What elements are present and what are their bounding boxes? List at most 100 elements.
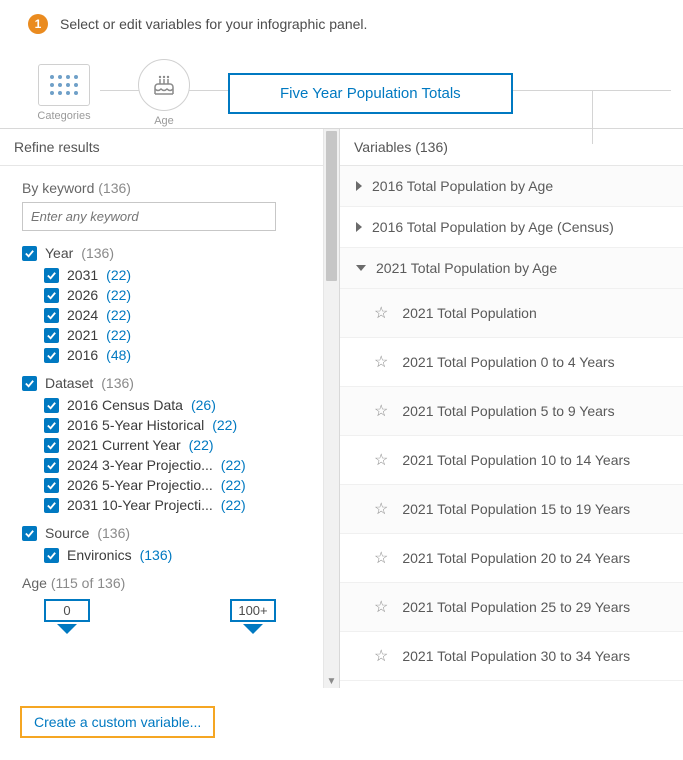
facet-year-item-count: (22) xyxy=(106,267,131,283)
variable-group-label: 2016 Total Population by Age (Census) xyxy=(372,219,614,235)
breadcrumb-title[interactable]: Five Year Population Totals xyxy=(228,73,513,114)
facet-year-count: (136) xyxy=(81,245,114,261)
variable-item-label: 2021 Total Population 10 to 14 Years xyxy=(402,452,630,468)
facet-year-item-count: (48) xyxy=(106,347,131,363)
variable-item[interactable]: ☆ 2021 Total Population 5 to 9 Years xyxy=(340,387,683,436)
caret-down-icon xyxy=(356,265,366,271)
facet-year-item[interactable]: 2031 xyxy=(67,267,98,283)
variable-item[interactable]: ☆ 2021 Total Population xyxy=(340,289,683,338)
checkbox-checked-icon[interactable] xyxy=(44,418,59,433)
star-icon[interactable]: ☆ xyxy=(374,303,388,323)
facet-dataset-item[interactable]: 2016 5-Year Historical xyxy=(67,417,204,433)
checkbox-checked-icon[interactable] xyxy=(44,308,59,323)
facet-dataset-item[interactable]: 2031 10-Year Projecti... xyxy=(67,497,213,513)
variable-item[interactable]: ☆ 2021 Total Population 10 to 14 Years xyxy=(340,436,683,485)
variable-group[interactable]: 2021 Total Population by Age xyxy=(340,248,683,289)
variable-group[interactable]: 2016 Total Population by Age xyxy=(340,166,683,207)
facet-year-label[interactable]: Year xyxy=(45,245,73,261)
variable-item-label: 2021 Total Population 15 to 19 Years xyxy=(402,501,630,517)
variable-item-label: 2021 Total Population 5 to 9 Years xyxy=(402,403,614,419)
variable-item[interactable]: ☆ 2021 Total Population 25 to 29 Years xyxy=(340,583,683,632)
by-keyword-label: By keyword xyxy=(22,180,94,196)
star-icon[interactable]: ☆ xyxy=(374,499,388,519)
checkbox-checked-icon[interactable] xyxy=(44,438,59,453)
star-icon[interactable]: ☆ xyxy=(374,548,388,568)
facet-year-item-count: (22) xyxy=(106,287,131,303)
facet-dataset-item[interactable]: 2016 Census Data xyxy=(67,397,183,413)
checkbox-checked-icon[interactable] xyxy=(44,548,59,563)
cake-icon xyxy=(149,70,179,100)
facet-year-item-count: (22) xyxy=(106,307,131,323)
caret-right-icon xyxy=(356,222,362,232)
facet-year-item[interactable]: 2016 xyxy=(67,347,98,363)
age-count: (115 of 136) xyxy=(51,575,125,591)
slider-handle-icon[interactable] xyxy=(243,624,263,634)
checkbox-checked-icon[interactable] xyxy=(44,348,59,363)
age-min-input[interactable]: 0 xyxy=(44,599,90,622)
step-description: Select or edit variables for your infogr… xyxy=(60,16,367,32)
variable-group-label: 2021 Total Population by Age xyxy=(376,260,557,276)
facet-dataset-label[interactable]: Dataset xyxy=(45,375,93,391)
checkbox-checked-icon[interactable] xyxy=(22,376,37,391)
variable-item-label: 2021 Total Population 25 to 29 Years xyxy=(402,599,630,615)
variable-item[interactable]: ☆ 2021 Total Population 0 to 4 Years xyxy=(340,338,683,387)
by-keyword-count: (136) xyxy=(98,180,131,196)
refine-header: Refine results xyxy=(0,129,339,166)
facet-dataset-count: (136) xyxy=(101,375,134,391)
variable-item[interactable]: ☆ 2021 Total Population 30 to 34 Years xyxy=(340,632,683,681)
facet-dataset-item-count: (22) xyxy=(221,457,246,473)
facet-year-item[interactable]: 2024 xyxy=(67,307,98,323)
step-number-badge: 1 xyxy=(28,14,48,34)
variable-item-label: 2021 Total Population xyxy=(402,305,536,321)
star-icon[interactable]: ☆ xyxy=(374,646,388,666)
breadcrumb: Categories Age Five Year Population Tota… xyxy=(0,50,683,128)
facet-source-item[interactable]: Environics xyxy=(67,547,132,563)
slider-handle-icon[interactable] xyxy=(57,624,77,634)
checkbox-checked-icon[interactable] xyxy=(44,398,59,413)
checkbox-checked-icon[interactable] xyxy=(44,458,59,473)
variables-header: Variables (136) xyxy=(340,129,683,166)
facet-dataset-item[interactable]: 2021 Current Year xyxy=(67,437,181,453)
facet-source-count: (136) xyxy=(97,525,130,541)
checkbox-checked-icon[interactable] xyxy=(22,526,37,541)
star-icon[interactable]: ☆ xyxy=(374,352,388,372)
breadcrumb-categories-button[interactable] xyxy=(38,64,90,106)
facet-dataset-item-count: (22) xyxy=(221,497,246,513)
variable-item[interactable]: ☆ 2021 Total Population 20 to 24 Years xyxy=(340,534,683,583)
age-max-input[interactable]: 100+ xyxy=(230,599,276,622)
facet-source-item-count: (136) xyxy=(140,547,173,563)
star-icon[interactable]: ☆ xyxy=(374,450,388,470)
checkbox-checked-icon[interactable] xyxy=(44,288,59,303)
checkbox-checked-icon[interactable] xyxy=(22,246,37,261)
breadcrumb-categories-label: Categories xyxy=(37,110,90,122)
left-scrollbar[interactable]: ▲ ▼ xyxy=(323,129,339,688)
facet-year-item[interactable]: 2021 xyxy=(67,327,98,343)
facet-year-item[interactable]: 2026 xyxy=(67,287,98,303)
breadcrumb-age-label: Age xyxy=(154,115,174,127)
scroll-down-icon[interactable]: ▼ xyxy=(324,674,339,688)
facet-dataset-item-count: (22) xyxy=(212,417,237,433)
variable-group[interactable]: 2016 Total Population by Age (Census) xyxy=(340,207,683,248)
scroll-thumb[interactable] xyxy=(326,131,337,281)
create-custom-variable-link[interactable]: Create a custom variable... xyxy=(34,714,201,730)
facet-dataset-item-count: (22) xyxy=(221,477,246,493)
variable-item-label: 2021 Total Population 30 to 34 Years xyxy=(402,648,630,664)
breadcrumb-age-button[interactable] xyxy=(138,59,190,111)
facet-source-label[interactable]: Source xyxy=(45,525,89,541)
variable-item[interactable]: ☆ 2021 Total Population 15 to 19 Years xyxy=(340,485,683,534)
caret-right-icon xyxy=(356,181,362,191)
star-icon[interactable]: ☆ xyxy=(374,401,388,421)
facet-dataset-item-count: (26) xyxy=(191,397,216,413)
variable-item-label: 2021 Total Population 20 to 24 Years xyxy=(402,550,630,566)
variable-group-label: 2016 Total Population by Age xyxy=(372,178,553,194)
variable-item-label: 2021 Total Population 0 to 4 Years xyxy=(402,354,614,370)
checkbox-checked-icon[interactable] xyxy=(44,498,59,513)
star-icon[interactable]: ☆ xyxy=(374,597,388,617)
keyword-input[interactable] xyxy=(22,202,276,231)
facet-dataset-item[interactable]: 2026 5-Year Projectio... xyxy=(67,477,213,493)
checkbox-checked-icon[interactable] xyxy=(44,478,59,493)
checkbox-checked-icon[interactable] xyxy=(44,268,59,283)
checkbox-checked-icon[interactable] xyxy=(44,328,59,343)
facet-dataset-item[interactable]: 2024 3-Year Projectio... xyxy=(67,457,213,473)
facet-year-item-count: (22) xyxy=(106,327,131,343)
